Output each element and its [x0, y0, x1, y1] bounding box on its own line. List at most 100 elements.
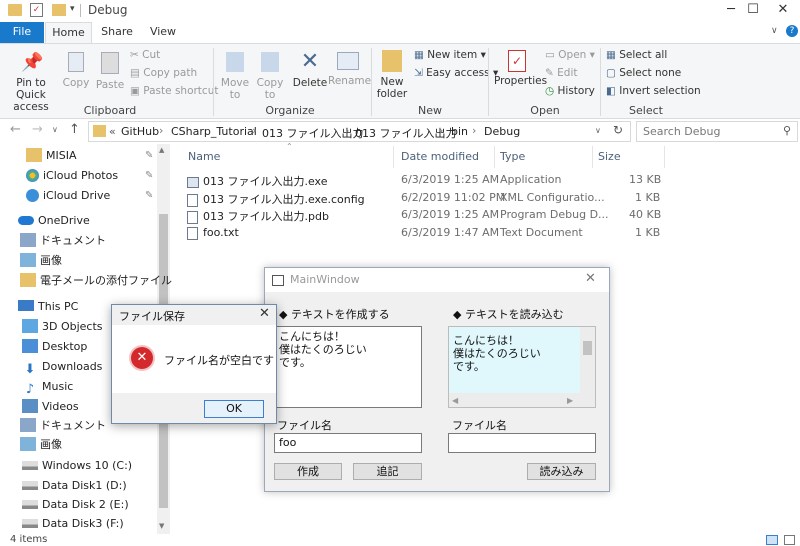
select-none-button[interactable]: ▢ Select none: [606, 65, 681, 81]
move-to-button[interactable]: Move to: [220, 52, 250, 101]
tab-file[interactable]: File: [0, 22, 44, 43]
read-vertical-scrollbar[interactable]: [580, 327, 595, 393]
nav-item-documents-2[interactable]: ドキュメント: [20, 416, 106, 436]
nav-item-desktop[interactable]: Desktop: [22, 337, 87, 357]
column-header-date[interactable]: Date modified: [401, 150, 479, 163]
breadcrumb-debug[interactable]: Debug: [484, 125, 520, 138]
nav-label: 画像: [40, 254, 62, 267]
large-icons-view-icon[interactable]: [784, 535, 795, 545]
properties-button[interactable]: ✓ Properties: [494, 50, 547, 87]
nav-item-drive-d[interactable]: Data Disk1 (D:): [22, 476, 127, 496]
nav-item-documents[interactable]: ドキュメント: [20, 231, 106, 251]
nav-label: Desktop: [42, 340, 88, 353]
breadcrumb-overflow[interactable]: «: [109, 125, 116, 138]
open-button[interactable]: ▭ Open ▾: [545, 47, 595, 63]
read-filename-input[interactable]: [448, 433, 596, 453]
nav-item-icloud-photos[interactable]: iCloud Photos ✎: [26, 166, 153, 186]
write-text-area[interactable]: こんにちは！ 僕はたくのろじい です。: [274, 326, 422, 408]
file-row[interactable]: foo.txt 6/3/2019 1:47 AM Text Document 1…: [187, 226, 667, 243]
nav-item-this-pc[interactable]: This PC: [18, 297, 78, 317]
quick-access-dropdown-icon[interactable]: ▾: [70, 4, 75, 14]
main-window-close-button[interactable]: ✕: [585, 271, 596, 286]
create-button[interactable]: 作成: [274, 463, 342, 480]
rename-button[interactable]: Rename: [328, 52, 371, 87]
copy-button[interactable]: Copy: [62, 52, 90, 89]
scroll-right-icon[interactable]: ▶: [567, 394, 573, 407]
read-text-line: です。: [453, 360, 485, 373]
select-all-button[interactable]: ▦ Select all: [606, 47, 667, 63]
close-button[interactable]: ✕: [760, 0, 800, 22]
pin-to-quick-access-button[interactable]: 📌 Pin to Quick access: [2, 52, 60, 113]
cut-button[interactable]: ✂ Cut: [130, 47, 160, 63]
address-dropdown-icon[interactable]: ∨: [595, 126, 601, 135]
history-label: History: [557, 85, 595, 97]
nav-item-email-attachments[interactable]: 電子メールの添付ファイル: [20, 271, 172, 291]
delete-button[interactable]: ✕ Delete: [292, 50, 328, 90]
new-folder-quick-icon[interactable]: [52, 4, 66, 16]
breadcrumb-csharp-tutorial[interactable]: CSharp_Tutorial: [171, 125, 257, 138]
nav-item-pictures-2[interactable]: 画像: [20, 435, 62, 455]
ribbon-collapse-icon[interactable]: ∨: [771, 26, 778, 36]
address-bar[interactable]: « GitHub › CSharp_Tutorial › 013 ファイル入出力…: [88, 121, 631, 142]
breadcrumb-github[interactable]: GitHub: [121, 125, 159, 138]
nav-label: ドキュメント: [40, 234, 106, 247]
nav-item-icloud-drive[interactable]: iCloud Drive ✎: [26, 186, 153, 206]
file-row[interactable]: 013 ファイル入出力.pdb 6/3/2019 1:25 AM Program…: [187, 208, 667, 225]
tab-home[interactable]: Home: [45, 22, 92, 43]
file-row[interactable]: 013 ファイル入出力.exe.config 6/2/2019 11:02 PM…: [187, 191, 667, 208]
details-view-icon[interactable]: [766, 535, 778, 545]
column-header-type[interactable]: Type: [500, 150, 525, 163]
nav-item-pictures[interactable]: 画像: [20, 251, 62, 271]
file-row[interactable]: 013 ファイル入出力.exe 6/3/2019 1:25 AM Applica…: [187, 173, 667, 190]
read-text-area[interactable]: こんにちは！ 僕はたくのろじい です。 ◀ ▶: [448, 326, 596, 408]
nav-item-drive-e[interactable]: Data Disk 2 (E:): [22, 495, 129, 515]
nav-item-videos[interactable]: Videos: [22, 397, 79, 417]
recent-dropdown-icon[interactable]: ∨: [52, 125, 58, 134]
nav-item-music[interactable]: ♪ Music: [22, 377, 73, 397]
music-icon: ♪: [25, 382, 35, 397]
title-separator: [80, 4, 81, 17]
load-button[interactable]: 読み込み: [527, 463, 596, 480]
append-button[interactable]: 追記: [353, 463, 422, 480]
tab-view[interactable]: View: [140, 22, 186, 43]
documents-folder-icon: [20, 233, 36, 247]
copy-path-button[interactable]: ▤ Copy path: [130, 65, 197, 81]
edit-button[interactable]: ✎ Edit: [545, 65, 577, 81]
column-header-size[interactable]: Size: [598, 150, 621, 163]
dialog-close-button[interactable]: ✕: [259, 306, 270, 321]
nav-item-misia[interactable]: MISIA ✎: [26, 146, 153, 166]
paste-button[interactable]: Paste: [94, 52, 126, 91]
copy-icon: [68, 52, 84, 72]
nav-item-drive-c[interactable]: Windows 10 (C:): [22, 456, 132, 476]
read-scrollbar-thumb[interactable]: [583, 341, 592, 355]
history-button[interactable]: ◷ History: [545, 83, 595, 99]
scroll-down-icon[interactable]: ▼: [159, 522, 164, 530]
paste-icon: [101, 52, 119, 74]
breadcrumb-bin[interactable]: bin: [451, 125, 468, 138]
paste-shortcut-button[interactable]: ▣ Paste shortcut: [130, 83, 218, 99]
error-dialog: ファイル保存 ✕ ✕ ファイル名が空白です OK: [111, 304, 277, 424]
help-icon[interactable]: ?: [786, 25, 798, 37]
back-arrow-icon[interactable]: ←: [10, 122, 21, 137]
read-horizontal-scrollbar[interactable]: ◀ ▶: [449, 393, 595, 407]
forward-arrow-icon[interactable]: →: [32, 122, 43, 137]
write-filename-input[interactable]: foo: [274, 433, 422, 453]
column-header-name[interactable]: Name: [188, 150, 220, 163]
nav-item-onedrive[interactable]: OneDrive: [18, 211, 90, 231]
new-folder-button[interactable]: New folder: [374, 50, 410, 100]
ok-button[interactable]: OK: [204, 400, 264, 418]
scroll-left-icon[interactable]: ◀: [452, 394, 458, 407]
properties-quick-icon[interactable]: ✓: [30, 3, 43, 17]
up-arrow-icon[interactable]: ↑: [69, 122, 80, 137]
tab-share[interactable]: Share: [94, 22, 140, 43]
scroll-up-icon[interactable]: ▲: [159, 146, 164, 154]
copy-to-button[interactable]: Copy to: [254, 52, 286, 101]
nav-item-3d-objects[interactable]: 3D Objects: [22, 317, 103, 337]
invert-selection-button[interactable]: ◧ Invert selection: [606, 83, 701, 99]
search-input[interactable]: Search Debug ⚲: [636, 121, 798, 142]
nav-item-drive-f[interactable]: Data Disk3 (F:): [22, 514, 124, 534]
easy-access-button[interactable]: ⇲ Easy access ▾: [414, 65, 498, 81]
refresh-icon[interactable]: ↻: [613, 123, 623, 137]
nav-item-downloads[interactable]: ⬇ Downloads: [22, 357, 103, 377]
new-item-button[interactable]: ▦ New item ▾: [414, 47, 486, 63]
